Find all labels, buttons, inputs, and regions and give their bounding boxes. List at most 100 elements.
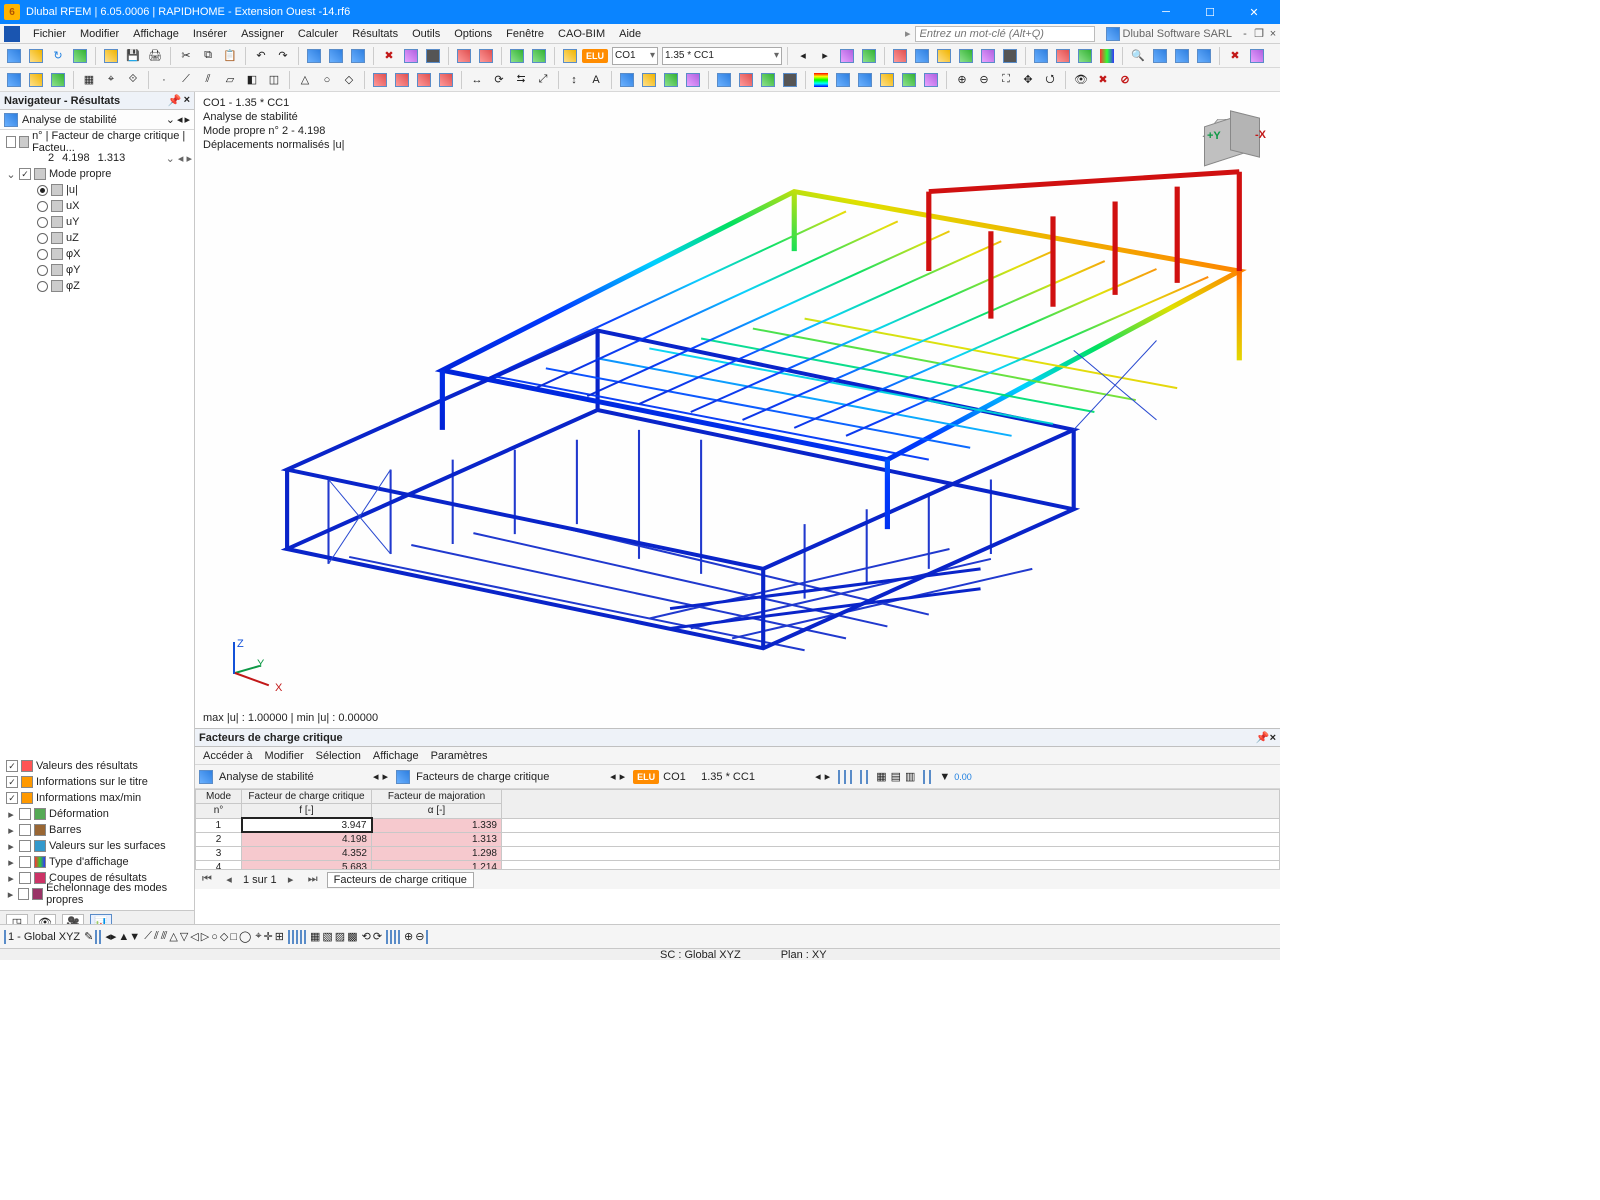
ln-icon[interactable]: ⟋ [176, 70, 196, 90]
rp-prev1[interactable]: ◂ [373, 770, 379, 783]
bb-23[interactable] [300, 931, 302, 943]
bb-28[interactable]: ▩ [347, 930, 357, 943]
iso1-icon[interactable] [1150, 46, 1170, 66]
iso2-icon[interactable] [1172, 46, 1192, 66]
ex3-icon[interactable] [758, 70, 778, 90]
t2-c[interactable] [48, 70, 68, 90]
nav-close-icon[interactable]: × [184, 94, 190, 107]
radio-phix[interactable] [37, 249, 48, 260]
rp-menu-access[interactable]: Accéder à [203, 750, 253, 762]
bb-17[interactable]: ⌖ [255, 930, 261, 943]
bb-21[interactable] [292, 931, 294, 943]
view-solid-icon[interactable] [1031, 46, 1051, 66]
script-icon[interactable] [1247, 46, 1267, 66]
pg-first[interactable]: ⏮ [199, 873, 215, 886]
ld4-icon[interactable] [436, 70, 456, 90]
rp-next3[interactable]: ▸ [825, 770, 831, 783]
pan-icon[interactable]: ✥ [1018, 70, 1038, 90]
calc-all-icon[interactable] [529, 46, 549, 66]
render3-icon[interactable] [934, 46, 954, 66]
hide-icon[interactable]: 👁 [1071, 70, 1091, 90]
ld3-icon[interactable] [414, 70, 434, 90]
bb-8[interactable]: ⫻ [161, 930, 168, 943]
undo-icon[interactable]: ↶ [251, 46, 271, 66]
sup-icon[interactable]: △ [295, 70, 315, 90]
rp-tool-l[interactable]: 0.00 [954, 772, 972, 782]
close-button[interactable]: ✕ [1232, 0, 1276, 24]
save-icon[interactable]: 💾 [123, 46, 143, 66]
bb-11[interactable]: ◁ [190, 930, 198, 943]
cm4-icon[interactable] [877, 70, 897, 90]
bb-27[interactable]: ▨ [335, 930, 345, 943]
cm1-icon[interactable] [811, 70, 831, 90]
mv-icon[interactable]: ↔ [467, 70, 487, 90]
radio-uz[interactable] [37, 233, 48, 244]
table-row[interactable]: 13.9471.339 [196, 818, 1280, 832]
view-wire-icon[interactable] [1053, 46, 1073, 66]
t2-a[interactable] [4, 70, 24, 90]
rp-tool-d[interactable] [860, 771, 862, 783]
cb-type-aff[interactable] [19, 856, 31, 868]
srf-icon[interactable]: ▱ [220, 70, 240, 90]
vis4-icon[interactable] [683, 70, 703, 90]
rp-pin-icon[interactable]: 📌 [1256, 732, 1270, 744]
ex4-icon[interactable] [780, 70, 800, 90]
bb-25[interactable]: ▦ [310, 930, 320, 943]
vis2-icon[interactable] [639, 70, 659, 90]
render2-icon[interactable] [912, 46, 932, 66]
bb-1[interactable]: ✎ [84, 930, 93, 943]
bb-35[interactable]: ⊕ [404, 930, 413, 943]
delete-x-icon[interactable]: ✖ [379, 46, 399, 66]
bb-20[interactable] [288, 931, 290, 943]
print-icon[interactable]: 🖨 [145, 46, 165, 66]
bb-32[interactable] [390, 931, 392, 943]
snap-icon[interactable]: ⌖ [101, 70, 121, 90]
clear-icon[interactable]: ✖ [1225, 46, 1245, 66]
menu-calc[interactable]: Calculer [291, 28, 345, 40]
render1-icon[interactable] [890, 46, 910, 66]
sol-icon[interactable]: ◧ [242, 70, 262, 90]
zoom-fit-icon[interactable]: ⛶ [996, 70, 1016, 90]
opn-icon[interactable]: ◫ [264, 70, 284, 90]
minimize-button[interactable]: ─ [1144, 0, 1188, 24]
bb-15[interactable]: □ [230, 931, 237, 943]
rp-cc-dropdown[interactable]: 1.35 * CC1 [701, 771, 811, 783]
select-icon[interactable]: ⟐ [123, 70, 143, 90]
bb-33[interactable] [394, 931, 396, 943]
rp-next2[interactable]: ▸ [620, 770, 626, 783]
copy-icon[interactable]: ⧉ [198, 46, 218, 66]
pg-prev[interactable]: ◂ [221, 873, 237, 886]
color-icon[interactable] [1097, 46, 1117, 66]
cb-deform[interactable] [19, 808, 31, 820]
menu-tools[interactable]: Outils [405, 28, 447, 40]
bb-29[interactable]: ⟲ [362, 930, 371, 943]
mdi-close-button[interactable]: × [1266, 28, 1280, 40]
table-row[interactable]: 24.1981.313 [196, 832, 1280, 846]
rp-tool-h[interactable]: ▥ [905, 770, 915, 783]
bb-a[interactable] [4, 931, 6, 943]
rp-tool-c[interactable] [850, 771, 852, 783]
orbit-icon[interactable]: ⭯ [1040, 70, 1060, 90]
show-all-icon[interactable]: ✖ [1093, 70, 1113, 90]
radio-u[interactable] [37, 185, 48, 196]
view-ghost-icon[interactable] [1075, 46, 1095, 66]
bb-26[interactable]: ▧ [322, 930, 332, 943]
scl-icon[interactable]: ⤢ [533, 70, 553, 90]
cb-surf[interactable] [19, 840, 31, 852]
redo-icon[interactable]: ↷ [273, 46, 293, 66]
rp-menu-select[interactable]: Sélection [316, 750, 361, 762]
bb-2[interactable] [95, 931, 97, 943]
table-row[interactable]: 34.3521.298 [196, 846, 1280, 860]
bb-34[interactable] [398, 931, 400, 943]
cb-mode-propre[interactable] [19, 168, 31, 180]
cm2-icon[interactable] [833, 70, 853, 90]
menu-edit[interactable]: Modifier [73, 28, 126, 40]
rp-close-icon[interactable]: × [1270, 732, 1276, 744]
render6-icon[interactable] [1000, 46, 1020, 66]
rp-prev2[interactable]: ◂ [610, 770, 616, 783]
bb-3[interactable] [99, 931, 101, 943]
rp-dd2[interactable]: Facteurs de charge critique [416, 771, 606, 783]
keyword-search-input[interactable] [915, 26, 1095, 42]
menu-help[interactable]: Aide [612, 28, 648, 40]
mdi-restore-button[interactable]: ❐ [1252, 27, 1266, 40]
